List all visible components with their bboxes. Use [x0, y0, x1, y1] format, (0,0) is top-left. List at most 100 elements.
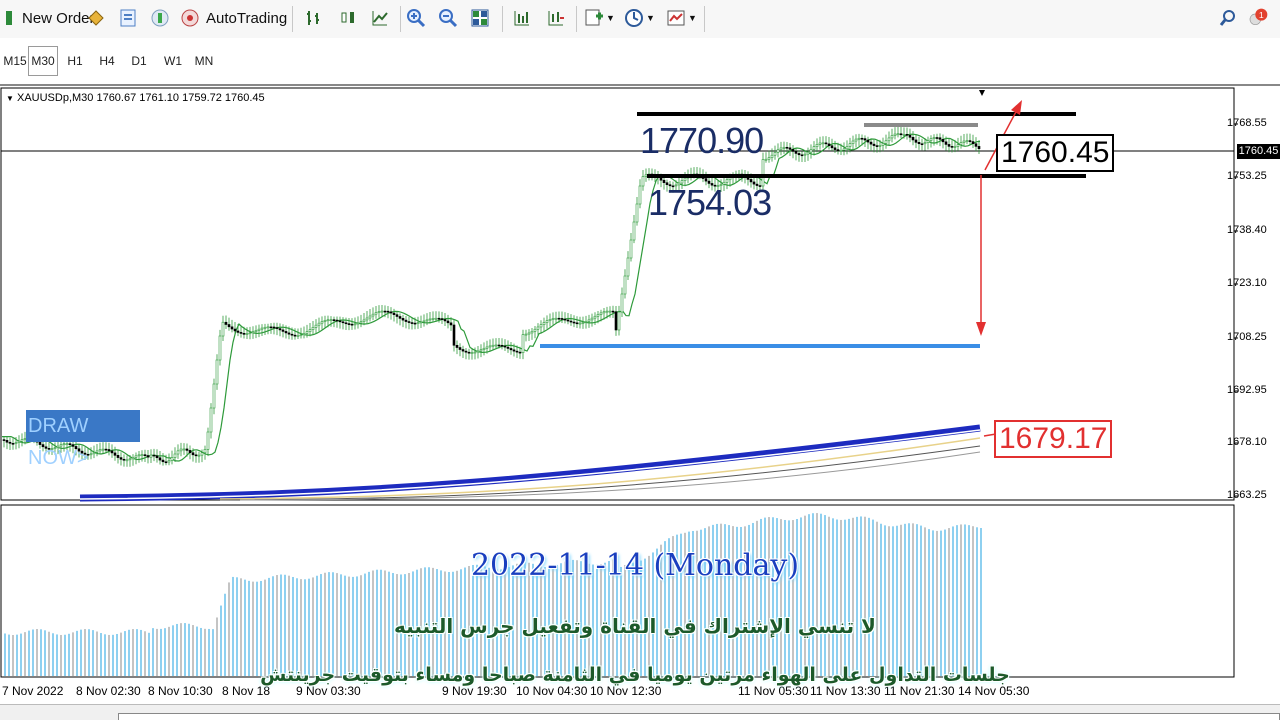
- candle-body: [20, 439, 24, 442]
- volume-bar: [780, 519, 782, 676]
- candle-body: [227, 324, 231, 328]
- volume-bar: [856, 516, 858, 676]
- volume-bar: [768, 517, 770, 676]
- candle-body: [179, 448, 183, 452]
- candle-body: [431, 318, 435, 320]
- volume-bar: [796, 519, 798, 676]
- candle-body: [404, 319, 408, 322]
- candle-body: [542, 322, 546, 325]
- candle-body: [203, 449, 207, 454]
- candle-body: [95, 450, 99, 453]
- candle-body: [194, 454, 198, 457]
- candle-body: [644, 174, 648, 177]
- price-axis-label: 1692.95: [1227, 384, 1267, 396]
- candle-body: [611, 310, 615, 313]
- time-axis-label: 9 Nov 19:30: [442, 684, 507, 698]
- candle-body: [968, 140, 972, 142]
- candle-body: [371, 313, 375, 317]
- candle-body: [233, 328, 237, 332]
- candle-body: [119, 457, 123, 460]
- time-axis-label: 9 Nov 03:30: [296, 684, 361, 698]
- candle-body: [260, 327, 264, 330]
- volume-bar: [864, 516, 866, 676]
- candle-body: [575, 322, 579, 325]
- candle-body: [134, 455, 138, 458]
- candle-body: [530, 330, 534, 334]
- candle-body: [545, 320, 549, 323]
- candle-body: [950, 146, 954, 148]
- candle-body: [245, 333, 249, 335]
- candle-body: [620, 293, 624, 313]
- candle-body: [800, 154, 804, 157]
- candle-body: [512, 349, 516, 352]
- candle-body: [773, 152, 777, 156]
- candle-body: [128, 458, 132, 461]
- candle-body: [659, 177, 663, 181]
- candle-body: [140, 454, 144, 456]
- candle-body: [962, 140, 966, 143]
- volume-bar: [804, 515, 806, 676]
- candle-body: [440, 318, 444, 320]
- candle-body: [467, 351, 471, 354]
- volume-bar: [872, 519, 874, 676]
- candle-body: [548, 319, 552, 322]
- candle-body: [5, 440, 9, 443]
- candle-body: [842, 148, 846, 151]
- candle-body: [785, 146, 789, 149]
- time-axis-label: 8 Nov 02:30: [76, 684, 141, 698]
- collapse-triangle-icon[interactable]: ▼: [6, 94, 14, 103]
- volume-bar: [912, 523, 914, 676]
- volume-bar: [840, 519, 842, 676]
- volume-bar: [788, 520, 790, 676]
- candle-body: [176, 450, 180, 455]
- candle-body: [587, 319, 591, 322]
- candle-body: [779, 147, 783, 151]
- chart-tab[interactable]: [118, 713, 1280, 720]
- draw-now-button[interactable]: DRAW NOW>: [26, 410, 140, 469]
- price-axis-label: 1768.55: [1227, 117, 1267, 129]
- volume-bar: [800, 517, 802, 676]
- candle-body: [143, 454, 147, 456]
- candle-body: [113, 452, 117, 456]
- candle-body: [107, 449, 111, 452]
- candle-body: [110, 450, 114, 454]
- candle-body: [101, 448, 105, 451]
- volume-bar: [784, 519, 786, 676]
- candle-body: [308, 329, 312, 332]
- candle-body: [806, 151, 810, 155]
- time-axis-label: 8 Nov 18: [222, 684, 271, 698]
- volume-bar: [756, 520, 758, 676]
- time-axis-label: 10 Nov 12:30: [590, 684, 662, 698]
- candle-body: [425, 319, 429, 322]
- candle-body: [122, 458, 126, 461]
- candle-body: [305, 331, 309, 334]
- candle-body: [635, 203, 639, 223]
- price-axis-label: 1708.25: [1227, 331, 1267, 343]
- candle-body: [953, 146, 957, 148]
- time-axis-label: 7 Nov 2022: [2, 684, 64, 698]
- volume-bar: [852, 517, 854, 676]
- candle-body: [278, 328, 282, 331]
- price-chart[interactable]: [0, 0, 1280, 720]
- candle-body: [791, 149, 795, 152]
- overlay-subscribe-text: لا تنسي الإشتراك في القناة وتفعيل جرس ال…: [394, 614, 876, 638]
- candle-body: [170, 457, 174, 461]
- candle-body: [602, 311, 606, 314]
- candle-body: [296, 335, 300, 337]
- price-axis-label: 1663.25: [1227, 489, 1267, 501]
- volume-bar: [812, 513, 814, 676]
- candle-body: [14, 442, 18, 444]
- candle-body: [353, 323, 357, 326]
- candle-body: [821, 142, 825, 145]
- candle-body: [881, 143, 885, 146]
- candle-body: [374, 312, 378, 315]
- candle-body: [407, 321, 411, 323]
- candle-body: [383, 310, 387, 313]
- candle-body: [818, 142, 822, 145]
- candle-body: [398, 316, 402, 319]
- candle-body: [851, 140, 855, 144]
- candle-body: [116, 455, 120, 458]
- volume-bar: [776, 518, 778, 676]
- candle-body: [974, 143, 978, 147]
- candle-body: [350, 323, 354, 326]
